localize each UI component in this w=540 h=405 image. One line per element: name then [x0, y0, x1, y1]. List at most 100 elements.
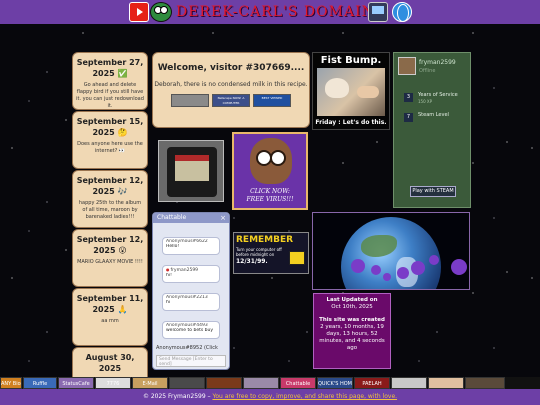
post-date: August 30, 2025	[85, 353, 135, 373]
welcome-title: Welcome, visitor #307669....	[157, 63, 305, 73]
post-date: September 12, 2025 🎶	[76, 176, 144, 196]
blog-post: September 11, 2025 🙏 aa mm	[72, 288, 148, 346]
virus-line-1: CLICK NOW:	[250, 188, 290, 195]
chat-text: hi	[166, 300, 171, 305]
button-strip: ANY Bios Ruffle StatusCafe 7776 E-Mail Chatta…	[0, 377, 540, 389]
web-badge[interactable]	[171, 94, 209, 107]
web-button[interactable]	[243, 377, 279, 389]
purple-blob	[411, 261, 425, 275]
web-button[interactable]	[206, 377, 242, 389]
web-button[interactable]: E-Mail	[132, 377, 168, 389]
purple-blob	[429, 255, 439, 265]
reminder-text: Turn your computer off before midnight o…	[236, 247, 282, 257]
steam-badge-level: 7 Steam Level	[400, 111, 466, 125]
chat-text: Hello!	[166, 244, 180, 249]
created-label: This site was created	[319, 317, 385, 323]
earth-image	[312, 212, 470, 290]
updated-label: Last Updated on	[326, 297, 378, 303]
footer: © 2025 Fryman2599 – You are free to copy…	[0, 389, 540, 405]
fist-bump-image: Fist Bump. Friday : Let's do this.	[312, 52, 390, 130]
chat-messages[interactable]: Anonymous#6622 Hello! fryman2599 hi! Ano…	[153, 223, 229, 343]
site-age: 2 years, 10 months, 19 days, 13 hours, 5…	[319, 324, 385, 351]
web-button[interactable]: Ruffle	[23, 377, 57, 389]
fist-bump-caption: Friday : Let's do this.	[315, 119, 387, 126]
blog-post: September 12, 2025 😮 MARIO GLAAXY MOVIE …	[72, 229, 148, 287]
cat-fist-bump-photo	[317, 68, 385, 116]
welcome-subtitle: Deborah, there is no condensed milk in t…	[154, 81, 308, 88]
web-button[interactable]	[391, 377, 427, 389]
frog-icon[interactable]	[150, 2, 172, 22]
copyright-text: © 2025 Fryman2599 –	[142, 393, 213, 400]
best-viewed-badge[interactable]: BEST VIEWED	[253, 94, 291, 107]
web-button[interactable]: PAELAH	[354, 377, 390, 389]
steam-widget[interactable]: fryman2599 Offline 3 Years of Service 15…	[393, 52, 471, 208]
web-button[interactable]	[465, 377, 505, 389]
chat-title: Chattable	[157, 214, 187, 221]
purple-blob	[397, 267, 409, 279]
purple-blob	[383, 273, 391, 281]
bonzi-buddy-icon	[250, 138, 292, 184]
web-button[interactable]: StatusCafe	[58, 377, 94, 389]
top-bar: DEREK-CARL'S DOMAIN	[0, 0, 540, 24]
post-date: September 27, 2025 ✅	[76, 58, 144, 78]
computer-icon[interactable]	[368, 2, 388, 22]
close-icon[interactable]: ×	[220, 213, 226, 223]
virus-line-2: FREE VIRUS!!!	[246, 196, 294, 203]
post-date: September 15, 2025 🤔	[76, 117, 144, 137]
chat-header: Chattable ×	[153, 213, 229, 223]
updated-date: Oct 10th, 2025	[331, 304, 373, 310]
badge-number: 7	[404, 113, 413, 122]
globe-image	[341, 217, 441, 289]
best-buy-logo	[289, 251, 305, 265]
blog-post: September 27, 2025 ✅ Go ahead and delete…	[72, 52, 148, 110]
chat-text: welcome to bets buy	[166, 328, 213, 333]
blog-post: September 12, 2025 🎶 happy 25th to the a…	[72, 170, 148, 228]
web-button[interactable]	[428, 377, 464, 389]
badge-label: Steam Level	[418, 112, 449, 118]
web-button[interactable]	[169, 377, 205, 389]
steam-username[interactable]: fryman2599	[419, 59, 456, 66]
steam-badge-years: 3 Years of Service 150 XP	[400, 91, 466, 105]
chat-widget: Chattable × Anonymous#6622 Hello! fryman…	[152, 212, 230, 370]
youtube-icon[interactable]	[129, 2, 149, 22]
chat-input[interactable]: Send Message [Enter to send]	[156, 355, 226, 367]
globe-icon[interactable]	[392, 2, 412, 22]
blog-post: August 30, 2025	[72, 347, 148, 377]
badge-label: Years of Service	[418, 92, 458, 98]
reminder-title: REMEMBER	[236, 235, 294, 245]
footer-link[interactable]: You are free to copy, improve, and share…	[212, 393, 397, 400]
web-button[interactable]: Chattable	[280, 377, 316, 389]
fist-bump-title: Fist Bump.	[320, 55, 382, 66]
chat-identity[interactable]: Anonymous#8952 (Click	[156, 345, 218, 351]
post-date: September 12, 2025 😮	[76, 235, 144, 255]
post-text: aa mm	[101, 318, 119, 324]
virus-ad-text: CLICK NOW: FREE VIRUS!!!	[234, 188, 306, 204]
site-title: DEREK-CARL'S DOMAIN	[176, 4, 375, 20]
purple-blob	[371, 265, 381, 275]
last-updated-box: Last Updated on Oct 10th, 2025 This site…	[313, 293, 391, 369]
avatar	[398, 57, 416, 75]
free-virus-ad[interactable]: CLICK NOW: FREE VIRUS!!!	[232, 132, 308, 210]
badge-number: 3	[404, 93, 413, 102]
blog-post: September 15, 2025 🤔 Does anyone here us…	[72, 111, 148, 169]
chat-message: Anonymous#4493 welcome to bets buy	[162, 321, 220, 339]
steam-status: Offline	[419, 68, 436, 74]
post-text: Go ahead and delete flappy bird if you s…	[76, 82, 144, 109]
chat-message: Anonymous#6622 Hello!	[162, 237, 220, 255]
badge-row: Netscape NOW! A COMPUTER BEST VIEWED	[153, 94, 309, 107]
y2k-reminder: REMEMBER Turn your computer off before m…	[233, 232, 309, 274]
computer-screen	[175, 155, 209, 181]
chat-text: hi!	[166, 273, 172, 278]
post-text: MARIO GLAAXY MOVIE !!!!	[77, 259, 143, 265]
welcome-box: Welcome, visitor #307669.... Deborah, th…	[152, 52, 310, 128]
post-text: Does anyone here use the internet? 👀	[77, 141, 143, 154]
post-date: September 11, 2025 🙏	[76, 294, 144, 314]
purple-blob	[451, 259, 467, 275]
web-button[interactable]: 7776	[95, 377, 131, 389]
web-button[interactable]: ANY Bios	[0, 377, 22, 389]
old-computer-image	[158, 140, 224, 202]
web-button[interactable]: QUICK'S HOME	[317, 377, 353, 389]
purple-blob	[351, 259, 365, 273]
netscape-badge[interactable]: Netscape NOW! A COMPUTER	[212, 94, 250, 107]
steam-logo[interactable]: Play with STEAM	[410, 186, 456, 197]
